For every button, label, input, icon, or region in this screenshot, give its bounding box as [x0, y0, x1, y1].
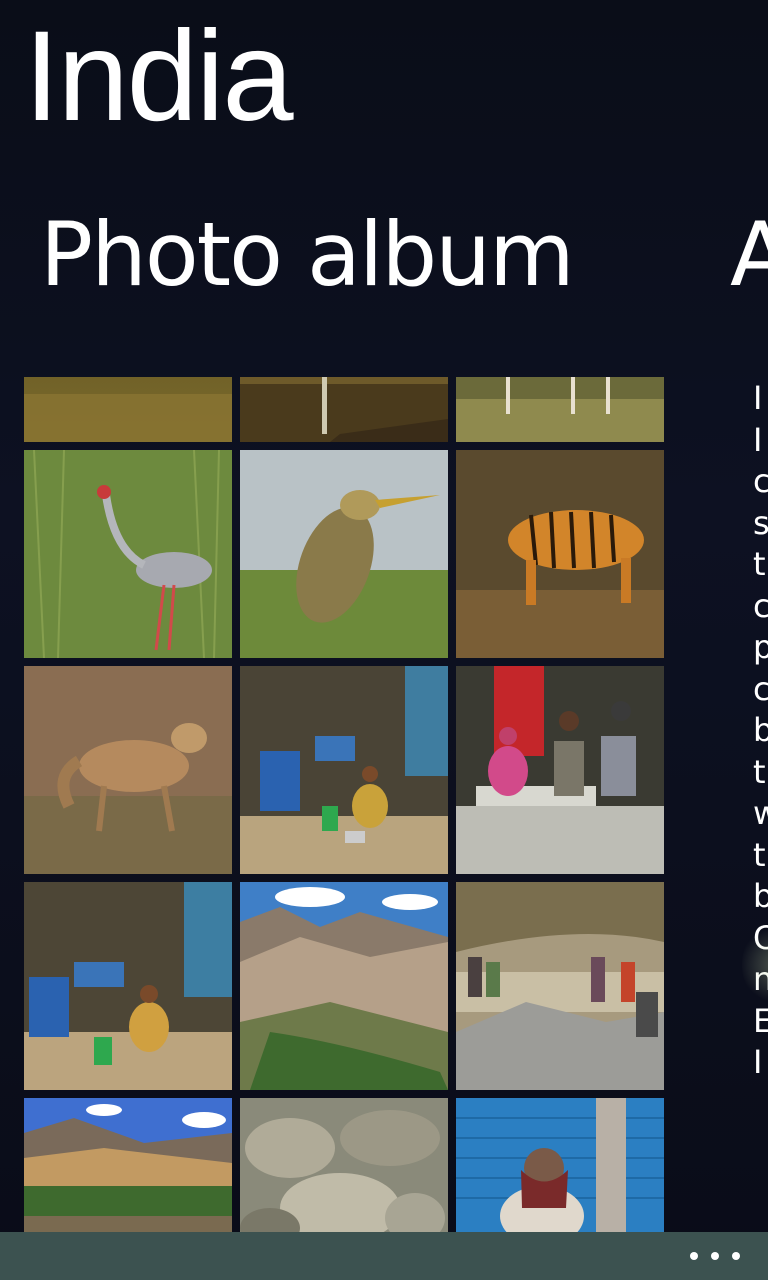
dot-icon	[711, 1252, 719, 1260]
scroll-indicator	[742, 925, 768, 1005]
photo-tiger[interactable]	[456, 450, 664, 658]
photo-sarus-crane[interactable]	[24, 450, 232, 658]
photo-pond-heron[interactable]	[240, 450, 448, 658]
photo-rocks[interactable]	[240, 1098, 448, 1232]
app-bar	[0, 1232, 768, 1280]
photo-people-steps[interactable]	[456, 666, 664, 874]
pivot-header-photo-album[interactable]: Photo album	[40, 190, 575, 320]
pivot-header-next[interactable]: A	[730, 190, 768, 320]
app-title: India	[24, 5, 294, 148]
photo-workers-gravel[interactable]	[456, 882, 664, 1090]
photo-deer-legs[interactable]	[456, 377, 664, 442]
photo-valley-town[interactable]	[24, 1098, 232, 1232]
dot-icon	[690, 1252, 698, 1260]
photo-pond[interactable]	[24, 377, 232, 442]
more-options-button[interactable]	[690, 1240, 740, 1272]
photo-grid	[24, 377, 664, 1232]
photo-heron-legs[interactable]	[240, 377, 448, 442]
photo-street-family-2[interactable]	[24, 882, 232, 1090]
photo-mountains[interactable]	[240, 882, 448, 1090]
dot-icon	[732, 1252, 740, 1260]
photo-jackal[interactable]	[24, 666, 232, 874]
photo-man-shutter[interactable]	[456, 1098, 664, 1232]
photo-street-family[interactable]	[240, 666, 448, 874]
